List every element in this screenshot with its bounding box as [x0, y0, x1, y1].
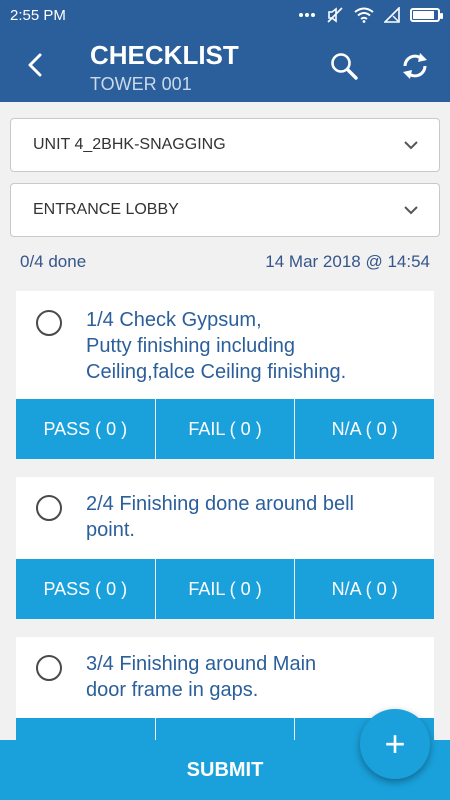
- item-radio[interactable]: [36, 655, 62, 681]
- unit-select[interactable]: UNIT 4_2BHK-SNAGGING: [10, 118, 440, 172]
- item-radio[interactable]: [36, 310, 62, 336]
- progress-timestamp: 14 Mar 2018 @ 14:54: [265, 252, 430, 271]
- checklist-item: 1/4 Check Gypsum, Putty finishing includ…: [16, 291, 434, 459]
- unit-select-value: UNIT 4_2BHK-SNAGGING: [33, 136, 226, 153]
- progress-row: 0/4 done 14 Mar 2018 @ 14:54: [20, 252, 430, 272]
- item-actions: PASS ( 0 ) FAIL ( 0 ) N/A ( 0 ): [16, 399, 434, 459]
- checklist-item: 2/4 Finishing done around bell point. PA…: [16, 477, 434, 619]
- back-button[interactable]: [18, 48, 52, 82]
- signal-icon: [384, 7, 400, 23]
- sync-icon: [403, 53, 427, 79]
- item-text: 2/4 Finishing done around bell point.: [86, 493, 354, 541]
- plus-icon: +: [384, 723, 406, 764]
- mute-icon: [327, 7, 343, 23]
- item-actions: PASS ( 0 ) FAIL ( 0 ) N/A ( 0 ): [16, 559, 434, 619]
- fail-button[interactable]: FAIL ( 0 ): [154, 399, 295, 459]
- more-dots-icon: [299, 13, 315, 17]
- wifi-icon: [354, 7, 374, 23]
- battery-icon: [410, 8, 443, 22]
- fail-button[interactable]: FAIL ( 0 ): [154, 559, 295, 619]
- na-button[interactable]: N/A ( 0 ): [294, 399, 434, 459]
- chevron-down-icon: [404, 206, 418, 215]
- pass-button[interactable]: PASS ( 0 ): [16, 559, 155, 619]
- add-fab-button[interactable]: +: [360, 709, 430, 779]
- search-button[interactable]: [324, 46, 364, 86]
- status-icons: [298, 6, 443, 24]
- sync-button[interactable]: [395, 46, 435, 86]
- page-subtitle: TOWER 001: [90, 74, 192, 94]
- area-select-value: ENTRANCE LOBBY: [33, 201, 179, 218]
- app-bar: CHECKLIST TOWER 001: [0, 30, 450, 102]
- item-text: 3/4 Finishing around Main door frame in …: [86, 653, 317, 701]
- progress-done: 0/4 done: [20, 252, 87, 271]
- back-arrow-icon: [28, 53, 42, 77]
- status-bar: 2:55 PM: [0, 0, 450, 30]
- chevron-down-icon: [404, 141, 418, 150]
- search-icon: [331, 53, 358, 80]
- na-button[interactable]: N/A ( 0 ): [294, 559, 434, 619]
- item-radio[interactable]: [36, 495, 62, 521]
- pass-button[interactable]: PASS ( 0 ): [16, 399, 155, 459]
- item-text: 1/4 Check Gypsum, Putty finishing includ…: [86, 309, 347, 383]
- page-title: CHECKLIST: [90, 40, 239, 70]
- status-time: 2:55 PM: [10, 6, 66, 24]
- area-select[interactable]: ENTRANCE LOBBY: [10, 183, 440, 237]
